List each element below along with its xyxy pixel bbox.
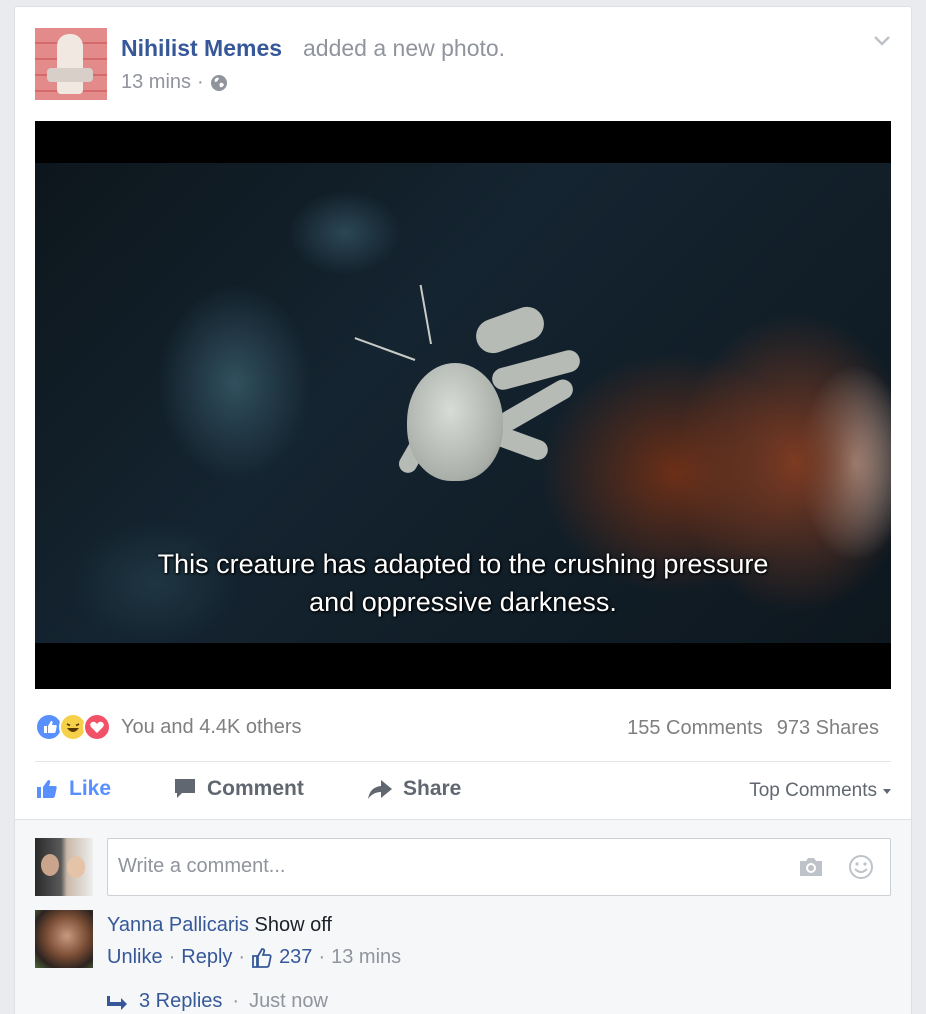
reply-link[interactable]: Reply xyxy=(181,946,232,969)
camera-icon[interactable] xyxy=(798,855,824,879)
unlike-link[interactable]: Unlike xyxy=(107,946,163,969)
action-bar: Like Comment Share Top Comments xyxy=(35,777,891,805)
comment-button[interactable]: Comment xyxy=(173,777,304,801)
chevron-down-icon[interactable] xyxy=(873,35,891,47)
comment-text: Show off xyxy=(254,914,332,936)
comments-section: Yanna Pallicaris Show off Unlike · Reply… xyxy=(15,819,911,1014)
meta-separator: · xyxy=(318,946,326,968)
current-user-avatar[interactable] xyxy=(35,838,93,896)
post-meta: 13 mins · xyxy=(121,71,228,94)
comment-label: Comment xyxy=(207,777,304,800)
meta-separator: · xyxy=(168,946,176,968)
caret-down-icon xyxy=(883,788,891,794)
smiley-icon[interactable] xyxy=(848,854,874,880)
comment-sort-label: Top Comments xyxy=(749,780,877,801)
reactions-summary[interactable]: You and 4.4K others xyxy=(35,713,302,741)
replies-time: Just now xyxy=(249,990,328,1012)
caption-line-2: and oppressive darkness. xyxy=(309,587,617,617)
comment-input[interactable] xyxy=(118,855,758,878)
shares-count-link[interactable]: 973 Shares xyxy=(777,717,879,740)
comment-sort-dropdown[interactable]: Top Comments xyxy=(749,780,891,802)
share-arrow-icon xyxy=(368,780,392,799)
thumbs-up-outline-icon[interactable] xyxy=(251,947,273,969)
like-label: Like xyxy=(69,777,112,800)
meta-separator: · xyxy=(232,990,240,1012)
page-avatar[interactable] xyxy=(35,28,107,100)
globe-icon[interactable] xyxy=(210,74,228,92)
like-button[interactable]: Like xyxy=(35,777,111,801)
meta-separator: · xyxy=(197,71,204,93)
comment-time[interactable]: 13 mins xyxy=(331,946,401,969)
reply-arrow-icon xyxy=(107,995,127,1010)
meta-separator: · xyxy=(238,946,246,968)
commenter-name-link[interactable]: Yanna Pallicaris xyxy=(107,914,249,936)
divider xyxy=(35,761,891,762)
post-time[interactable]: 13 mins xyxy=(121,71,191,94)
caption-line-1: This creature has adapted to the crushin… xyxy=(157,549,769,579)
comment-icon xyxy=(175,779,195,798)
photo-caption: This creature has adapted to the crushin… xyxy=(35,545,891,621)
share-label: Share xyxy=(403,777,462,800)
view-replies-link[interactable]: 3 Replies xyxy=(139,990,222,1013)
love-reaction-icon xyxy=(83,713,111,741)
comment-meta: Unlike · Reply · 237 · 13 mins xyxy=(107,946,401,969)
engagement-counts: 155 Comments 973 Shares xyxy=(627,717,879,740)
post-card: Nihilist Memes added a new photo. 13 min… xyxy=(14,6,912,1014)
comments-count-link[interactable]: 155 Comments xyxy=(627,717,763,740)
replies-row[interactable]: 3 Replies · Just now xyxy=(107,990,328,1013)
page-name-link[interactable]: Nihilist Memes xyxy=(121,35,282,62)
thumbs-up-icon xyxy=(37,780,57,798)
comment-composer[interactable] xyxy=(107,838,891,896)
reactions-summary-text[interactable]: You and 4.4K others xyxy=(121,716,302,739)
commenter-avatar[interactable] xyxy=(35,910,93,968)
comment-body: Yanna Pallicaris Show off xyxy=(107,914,332,937)
share-button[interactable]: Share xyxy=(367,777,461,801)
comment-like-count[interactable]: 237 xyxy=(279,946,312,969)
post-action-text: added a new photo. xyxy=(303,35,506,61)
post-photo[interactable]: This creature has adapted to the crushin… xyxy=(35,121,891,689)
